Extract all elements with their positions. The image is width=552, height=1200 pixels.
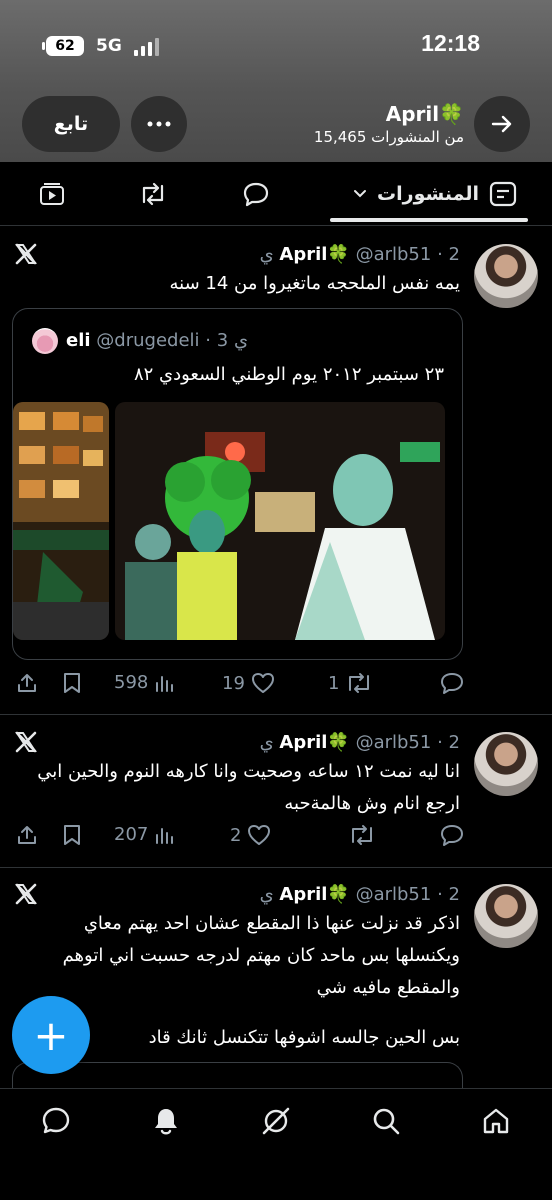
post-actions: 598 19 1 [0, 672, 552, 702]
bell-icon [155, 1109, 177, 1135]
x-logo-icon [15, 731, 37, 753]
nav-home[interactable] [478, 1103, 514, 1139]
reply-icon [441, 825, 463, 846]
author-name[interactable]: April🍀 [279, 884, 349, 905]
share-button[interactable] [16, 824, 38, 846]
chevron-down-icon [354, 190, 367, 198]
x-logo-icon [15, 243, 37, 265]
tab-posts[interactable]: المنشورات [340, 176, 530, 212]
nav-messages[interactable] [38, 1103, 74, 1139]
share-button[interactable] [16, 672, 38, 694]
bottom-nav [0, 1088, 552, 1200]
messages-icon [42, 1107, 70, 1134]
repost-count: 1 [328, 672, 340, 694]
reply-button[interactable] [440, 824, 464, 846]
post-text: انا ليه نمت ١٢ ساعه وصحيت وانا كارهه الن… [37, 761, 460, 814]
share-icon [18, 674, 36, 692]
post-text: اذكر قد نزلت عنها ذا المقطع عشان احد يهت… [62, 913, 460, 998]
avatar[interactable] [474, 884, 538, 948]
heart-icon [248, 825, 271, 845]
bookmark-icon [64, 825, 80, 845]
avatar[interactable] [474, 244, 538, 308]
post-meta: April🍀 @arlb51 · 2 ي [259, 244, 460, 265]
views-icon [156, 827, 174, 844]
clock: 12:18 [421, 30, 480, 56]
tab-posts-label: المنشورات [377, 183, 479, 205]
post-actions: 207 2 [0, 824, 552, 854]
search-icon [373, 1108, 400, 1135]
nav-search[interactable] [368, 1103, 404, 1139]
quoted-author-handle: @drugedeli [96, 330, 200, 351]
repost-icon [352, 825, 372, 845]
views-count: 207 [114, 824, 149, 845]
reply-icon [441, 673, 463, 694]
posts-count: 15,465 من المنشورات [313, 128, 464, 146]
follow-button[interactable]: تابع [22, 96, 120, 152]
more-icon [147, 121, 171, 127]
quoted-author-name: eli [66, 330, 91, 351]
tab-videos[interactable] [34, 176, 70, 212]
like-button[interactable]: 19 [222, 672, 275, 694]
like-button[interactable]: 2 [230, 824, 271, 846]
video-icon [40, 183, 64, 205]
author-handle[interactable]: @arlb51 [356, 244, 432, 265]
reply-button[interactable] [440, 672, 464, 694]
quoted-photo-2[interactable] [115, 402, 445, 640]
repost-icon [142, 182, 164, 206]
quoted-post-time: 3 ي [216, 330, 249, 351]
active-tab-indicator [330, 218, 528, 222]
quoted-post-text: ٢٣ سبتمبر ٢٠١٢ يوم الوطني السعودي ٨٢ [133, 364, 444, 385]
network-type: 5G [96, 36, 122, 56]
home-icon [483, 1108, 509, 1134]
quoted-meta: eli @drugedeli · 3 ي [66, 330, 249, 351]
author-handle[interactable]: @arlb51 [356, 884, 432, 905]
arrow-right-icon [491, 115, 512, 133]
bookmark-icon [64, 673, 80, 693]
author-handle[interactable]: @arlb51 [356, 732, 432, 753]
x-logo-icon [15, 883, 37, 905]
views-button[interactable]: 207 [114, 824, 174, 845]
nav-grok[interactable] [258, 1103, 294, 1139]
author-name[interactable]: April🍀 [279, 244, 349, 265]
heart-icon [251, 673, 274, 693]
post-text: يمه نفس الملحجه ماتغيروا من 14 سنه [169, 273, 461, 294]
share-icon [18, 826, 36, 844]
bookmark-button[interactable] [62, 672, 82, 694]
back-button[interactable] [474, 96, 530, 152]
repost-button[interactable]: 1 [328, 672, 373, 694]
nav-notifications[interactable] [148, 1103, 184, 1139]
views-icon [156, 675, 174, 692]
tab-replies[interactable] [238, 176, 274, 212]
profile-header: 62 5G 12:18 تابع April🍀 15,465 من المنشو… [0, 0, 552, 162]
content-tabs: المنشورات [0, 162, 552, 226]
like-count: 19 [222, 672, 245, 694]
bookmark-button[interactable] [62, 824, 82, 846]
repost-button[interactable] [342, 824, 376, 846]
profile-title: April🍀 15,465 من المنشورات [314, 102, 464, 146]
post-meta: April🍀 @arlb51 · 2 ي [259, 732, 460, 753]
repost-icon [349, 673, 370, 693]
battery-indicator: 62 [42, 36, 84, 56]
quoted-avatar [32, 328, 58, 354]
avatar[interactable] [474, 732, 538, 796]
views-count: 598 [114, 672, 149, 693]
reply-icon [243, 182, 269, 207]
profile-name: April🍀 [385, 102, 464, 126]
posts-icon [489, 181, 517, 207]
quoted-photo-1[interactable] [13, 402, 109, 640]
more-options-button[interactable] [131, 96, 187, 152]
views-button[interactable]: 598 [114, 672, 174, 693]
status-bar: 62 5G 12:18 [0, 28, 552, 62]
like-count: 2 [230, 824, 242, 846]
compose-button[interactable]: + [12, 996, 90, 1074]
post-text-continued: بس الحين جالسه اشوفها تتكنسل ثانك قاد [148, 1027, 460, 1048]
signal-icon [134, 38, 162, 56]
author-name[interactable]: April🍀 [279, 732, 349, 753]
plus-icon: + [33, 1010, 69, 1060]
grok-icon [262, 1107, 290, 1135]
post-meta: April🍀 @arlb51 · 2 ي [259, 884, 460, 905]
tab-reposts[interactable] [134, 176, 172, 212]
